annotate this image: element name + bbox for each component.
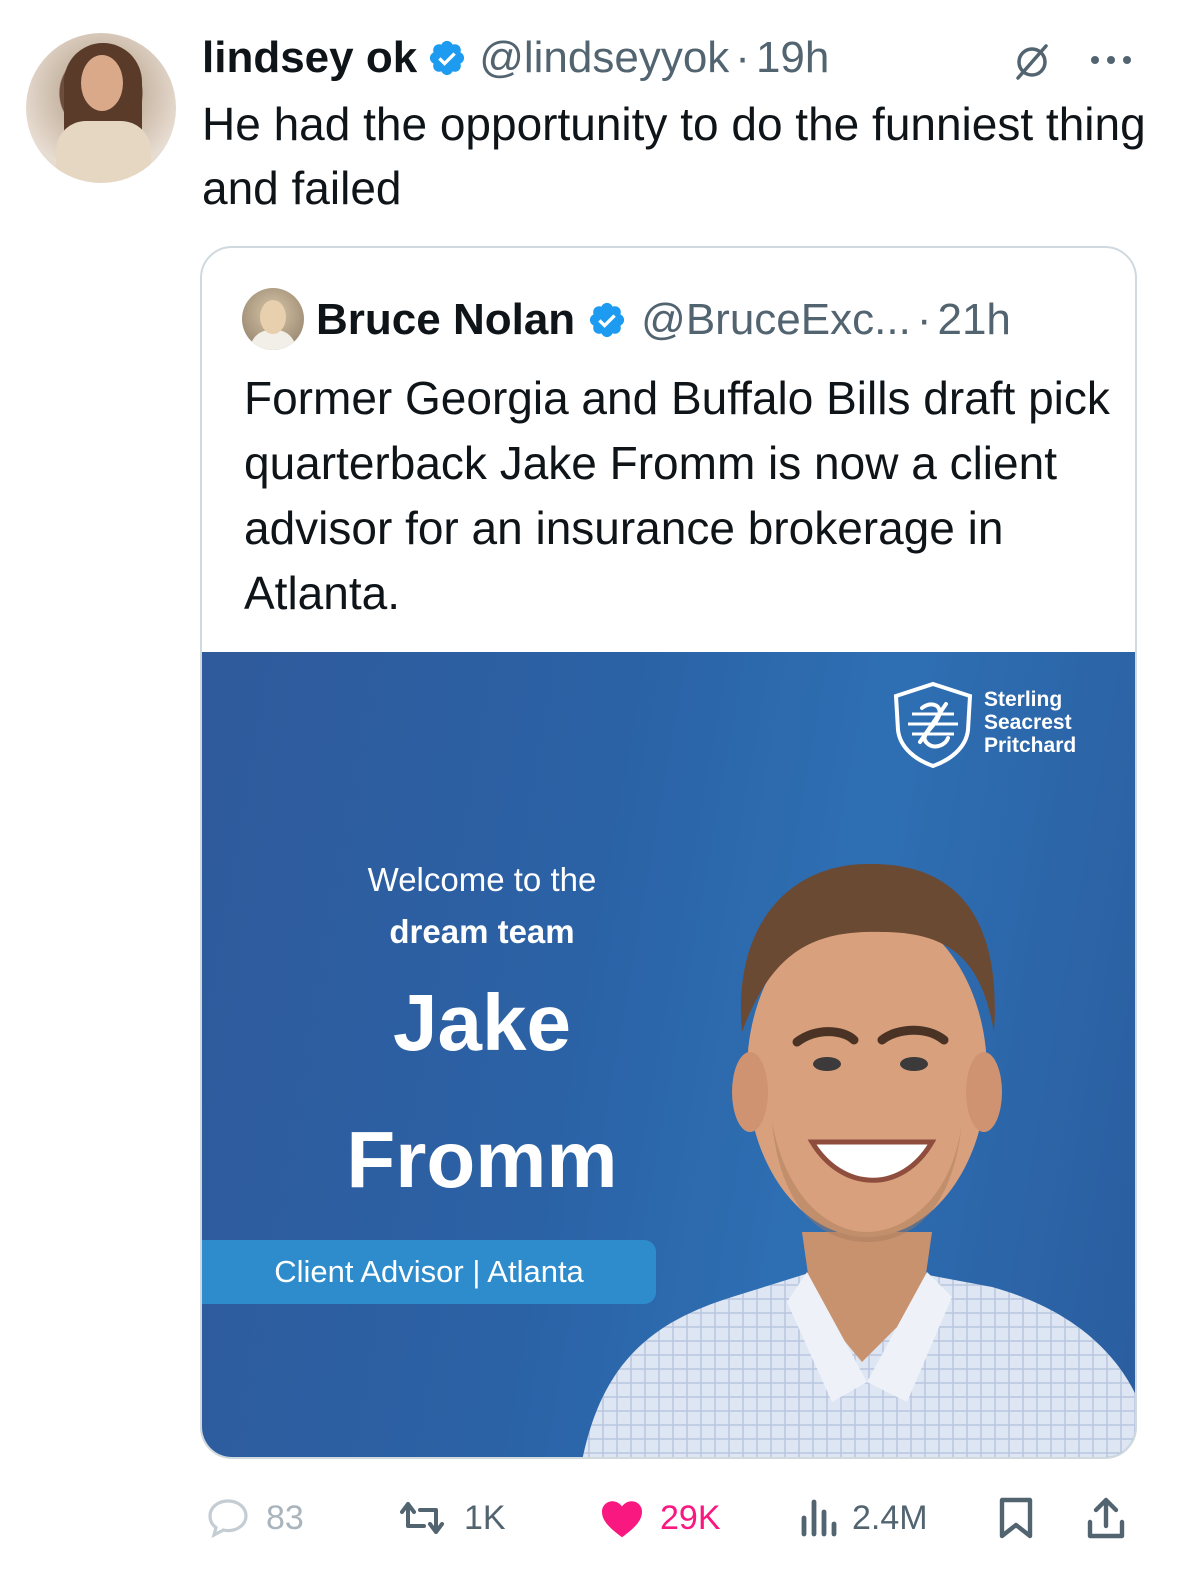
repost-count: 1K — [464, 1498, 506, 1537]
quoted-time[interactable]: 21h — [937, 295, 1010, 345]
tweet-time[interactable]: 19h — [756, 33, 829, 83]
share-icon — [1087, 1497, 1125, 1539]
company-logo-text: Sterling Seacrest Pritchard — [984, 688, 1077, 757]
quoted-media-image[interactable]: Sterling Seacrest Pritchard Welcome to t… — [202, 652, 1135, 1457]
verified-icon — [430, 40, 465, 76]
views-icon — [801, 1499, 837, 1537]
views-count: 2.4M — [852, 1498, 928, 1537]
quoted-author-handle[interactable]: @BruceExc... — [641, 295, 911, 345]
action-bar: 83 1K 29K 2.4M — [0, 1488, 1179, 1548]
verified-icon — [590, 302, 625, 338]
share-button[interactable] — [1084, 1488, 1142, 1548]
grok-icon[interactable] — [1010, 40, 1054, 84]
repost-icon — [400, 1502, 444, 1534]
bookmark-button[interactable] — [996, 1488, 1050, 1548]
author-avatar[interactable] — [26, 33, 176, 183]
quoted-author-avatar[interactable] — [242, 288, 304, 350]
repost-button[interactable]: 1K — [394, 1488, 506, 1548]
reply-count: 83 — [266, 1498, 304, 1537]
portrait-photo — [582, 863, 1135, 1457]
separator-dot: · — [735, 33, 750, 82]
like-button[interactable]: 29K — [598, 1488, 721, 1548]
author-name[interactable]: lindsey ok — [202, 33, 417, 83]
more-icon[interactable] — [1088, 52, 1134, 68]
like-count: 29K — [660, 1498, 721, 1537]
reply-icon — [208, 1499, 248, 1539]
like-icon — [602, 1501, 642, 1538]
views-button[interactable]: 2.4M — [798, 1488, 928, 1548]
author-handle[interactable]: @lindseyyok — [479, 33, 729, 83]
quoted-tweet[interactable]: Bruce Nolan @BruceExc... · 21h Former Ge… — [200, 246, 1137, 1459]
tweet-header: lindsey ok @lindseyyok · 19h — [202, 30, 829, 86]
quoted-text: Former Georgia and Buffalo Bills draft p… — [244, 372, 1110, 619]
company-logo-icon — [893, 681, 973, 769]
separator-dot: · — [916, 295, 932, 344]
reply-button[interactable]: 83 — [204, 1488, 304, 1548]
quoted-header: Bruce Nolan @BruceExc... · 21h — [316, 290, 1011, 350]
tweet-text: He had the opportunity to do the funnies… — [202, 98, 1146, 214]
quoted-author-name[interactable]: Bruce Nolan — [316, 295, 575, 345]
bookmark-icon — [999, 1497, 1033, 1539]
